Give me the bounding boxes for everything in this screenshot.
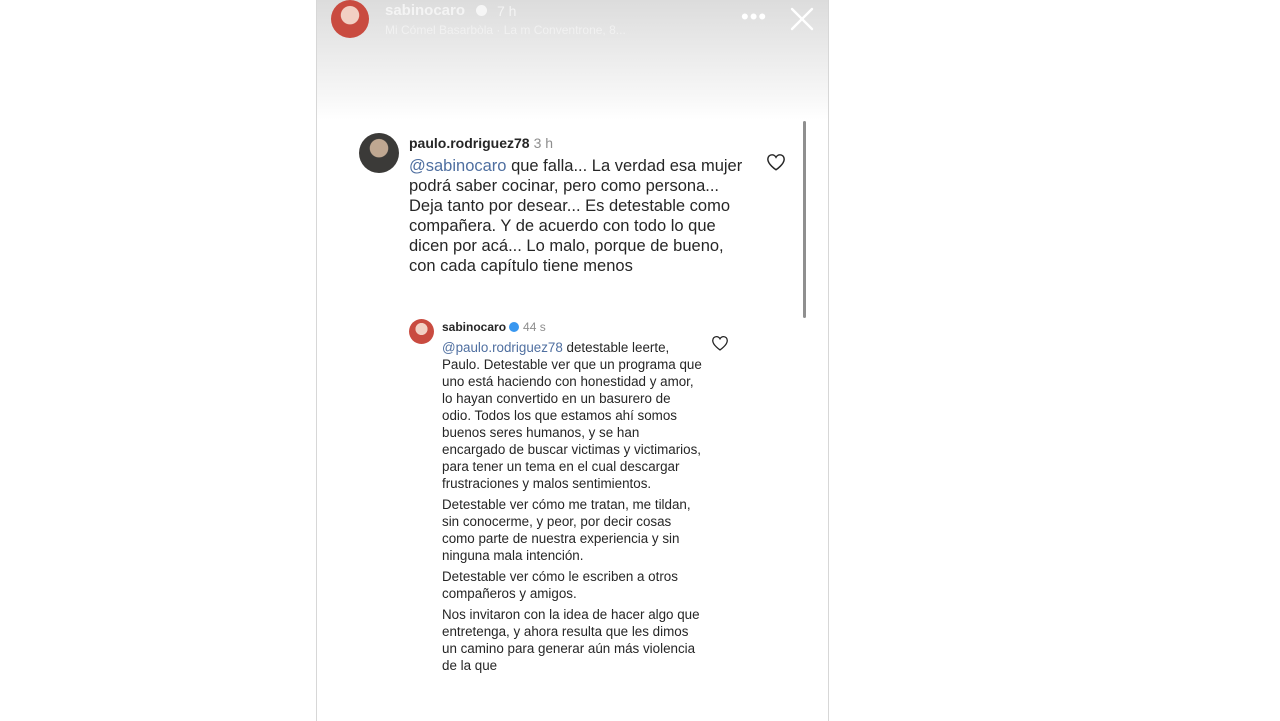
comment-time: 3 h — [533, 135, 554, 151]
avatar[interactable] — [409, 319, 434, 344]
story-viewer: sabinocaro 7 h Mi Cómel Basarbòla · La m… — [316, 0, 829, 721]
close-icon[interactable] — [789, 6, 815, 32]
reply-header: sabinocaro 44 s — [442, 320, 546, 334]
story-avatar[interactable] — [331, 0, 369, 38]
heart-icon[interactable] — [711, 335, 729, 351]
reply-paragraph: Detestable ver cómo le escriben a otros … — [442, 569, 678, 601]
reply-text: @paulo.rodriguez78 detestable leerte, Pa… — [442, 339, 702, 678]
reply-paragraph: Nos invitaron con la idea de hacer algo … — [442, 607, 700, 673]
reply-paragraph: Detestable ver cómo me tratan, me tildan… — [442, 497, 691, 563]
avatar[interactable] — [359, 133, 399, 173]
story-username[interactable]: sabinocaro — [385, 2, 465, 19]
scrollbar[interactable] — [803, 121, 806, 318]
story-music-label[interactable]: Mi Cómel Basarbòla · La m Conventrone, 8… — [385, 23, 626, 37]
story-time: 7 h — [497, 3, 517, 19]
comment-text: @sabinocaro que falla... La verdad esa m… — [409, 156, 747, 276]
reply-mention[interactable]: @paulo.rodriguez78 — [442, 340, 563, 355]
story-header: sabinocaro 7 h Mi Cómel Basarbòla · La m… — [317, 0, 828, 120]
heart-icon[interactable] — [766, 153, 786, 171]
comment-username[interactable]: paulo.rodriguez78 — [409, 135, 530, 151]
comment-header: paulo.rodriguez78 3 h — [409, 135, 553, 151]
reply-body: detestable leerte, Paulo. Detestable ver… — [442, 340, 702, 491]
more-options-icon[interactable]: ••• — [741, 4, 767, 30]
verified-badge-icon — [509, 322, 520, 332]
reply-time: 44 s — [523, 320, 546, 334]
comment-mention[interactable]: @sabinocaro — [409, 157, 506, 175]
reply-paragraph: @paulo.rodriguez78 detestable leerte, Pa… — [442, 339, 702, 492]
reply-username[interactable]: sabinocaro — [442, 320, 506, 334]
verified-badge-icon — [476, 5, 487, 16]
